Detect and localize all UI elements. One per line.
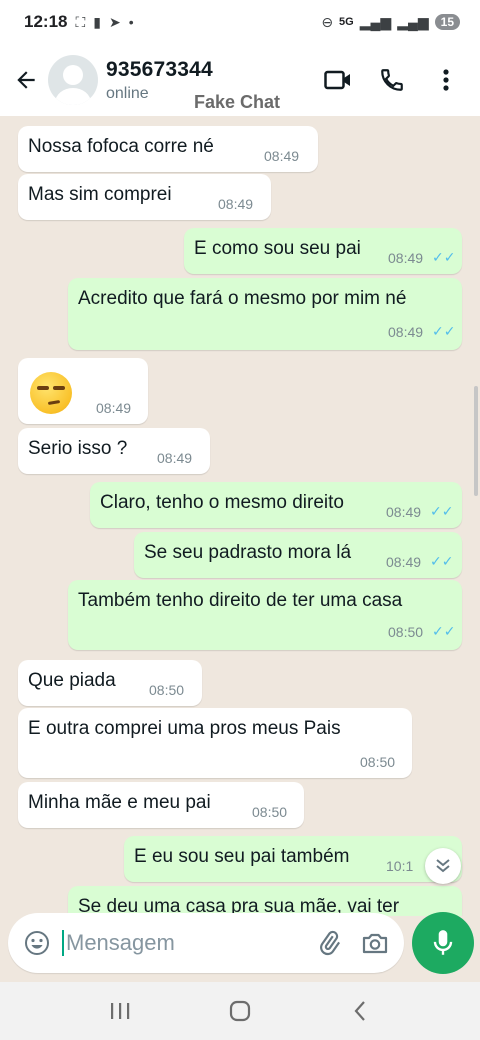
message-text: Também tenho direito de ter uma casa xyxy=(78,590,403,611)
chevron-double-down-icon xyxy=(436,859,450,873)
message-time: 08:49 xyxy=(264,148,300,164)
message-time: 08:49 xyxy=(96,400,132,416)
signal-icon: ▂▄▆ xyxy=(359,13,392,30)
message-text: Mas sim comprei xyxy=(28,184,172,205)
message-bubble-outgoing[interactable]: Se deu uma casa pra sua mãe, vai ter xyxy=(68,886,462,916)
message-time: 08:50 xyxy=(388,624,424,640)
message-bubble-incoming[interactable]: 08:49 xyxy=(18,358,148,424)
message-composer xyxy=(8,913,404,973)
message-text: Serio isso ? xyxy=(28,438,128,459)
watermark-label: Fake Chat xyxy=(194,92,281,112)
screenshot-icon: ⛶ xyxy=(75,13,86,30)
read-ticks-icon: ✓✓ xyxy=(432,623,456,639)
message-bubble-outgoing[interactable]: Também tenho direito de ter uma casa 08:… xyxy=(68,580,462,650)
message-bubble-outgoing[interactable]: Se seu padrasto mora lá 08:49 ✓✓ xyxy=(134,532,462,578)
camera-icon[interactable] xyxy=(360,928,390,958)
unamused-face-icon xyxy=(30,372,72,414)
message-time: 08:49 xyxy=(386,554,422,570)
back-nav-icon[interactable] xyxy=(340,991,380,1031)
scroll-to-bottom-button[interactable] xyxy=(425,848,461,884)
message-text: Minha mãe e meu pai xyxy=(28,792,211,813)
message-bubble-outgoing[interactable]: E eu sou seu pai também 10:1 xyxy=(124,836,462,882)
chat-area[interactable]: Nossa fofoca corre né 08:49 Mas sim comp… xyxy=(0,116,480,916)
signal-icon-2: ▂▄▆ xyxy=(397,13,429,30)
read-ticks-icon: ✓✓ xyxy=(430,553,454,569)
network-label: 5G xyxy=(339,16,354,28)
message-bubble-outgoing[interactable]: Claro, tenho o mesmo direito 08:49 ✓✓ xyxy=(90,482,462,528)
dnd-icon: ⊖ xyxy=(321,13,334,30)
status-bar: 12:18 ⛶ ▮ ➤ • ⊖ 5G ▂▄▆ ▂▄▆ 15 xyxy=(0,0,480,44)
message-bubble-incoming[interactable]: E outra comprei uma pros meus Pais 08:50 xyxy=(18,708,412,778)
message-text: Se seu padrasto mora lá xyxy=(144,542,352,563)
message-time: 08:50 xyxy=(149,682,185,698)
message-bubble-incoming[interactable]: Nossa fofoca corre né 08:49 xyxy=(18,126,318,172)
message-time: 10:1 xyxy=(386,858,414,874)
microphone-icon xyxy=(433,930,453,955)
message-time: 08:49 xyxy=(388,250,424,266)
message-text: E eu sou seu pai também xyxy=(134,846,350,867)
telegram-icon: ➤ xyxy=(109,13,121,30)
scrollbar[interactable] xyxy=(474,386,478,496)
contact-name: 935673344 xyxy=(106,57,213,81)
read-ticks-icon: ✓✓ xyxy=(432,249,456,265)
message-input[interactable] xyxy=(62,930,292,956)
message-text: Que piada xyxy=(28,670,116,691)
message-text: Acredito que fará o mesmo por mim né xyxy=(78,288,407,309)
microphone-button[interactable] xyxy=(412,912,474,974)
message-time: 08:50 xyxy=(360,754,396,770)
message-time: 08:49 xyxy=(388,324,424,340)
paperclip-icon[interactable] xyxy=(314,928,344,958)
emoji-icon[interactable] xyxy=(22,928,52,958)
message-time: 08:50 xyxy=(252,804,288,820)
message-time: 08:49 xyxy=(157,450,193,466)
message-bubble-outgoing[interactable]: Acredito que fará o mesmo por mim né 08:… xyxy=(68,278,462,350)
home-icon[interactable] xyxy=(220,991,260,1031)
avatar[interactable] xyxy=(48,55,98,105)
message-text: E outra comprei uma pros meus Pais xyxy=(28,718,341,739)
message-bubble-incoming[interactable]: Que piada 08:50 xyxy=(18,660,202,706)
message-bubble-outgoing[interactable]: E como sou seu pai 08:49 ✓✓ xyxy=(184,228,462,274)
message-text: Nossa fofoca corre né xyxy=(28,136,214,157)
message-text: E como sou seu pai xyxy=(194,238,361,259)
message-time: 08:49 xyxy=(218,196,254,212)
system-nav-bar xyxy=(0,982,480,1040)
battery-badge: 15 xyxy=(434,14,460,30)
recent-apps-icon[interactable] xyxy=(100,991,140,1031)
message-bubble-incoming[interactable]: Mas sim comprei 08:49 xyxy=(18,174,271,220)
status-time: 12:18 xyxy=(24,12,68,31)
back-arrow-icon[interactable] xyxy=(4,58,48,102)
lock-icon: ▮ xyxy=(93,13,102,30)
dot-icon: • xyxy=(128,14,134,30)
message-time: 08:49 xyxy=(386,504,422,520)
read-ticks-icon: ✓✓ xyxy=(430,503,454,519)
message-bubble-incoming[interactable]: Minha mãe e meu pai 08:50 xyxy=(18,782,304,828)
message-text: Claro, tenho o mesmo direito xyxy=(100,492,344,513)
phone-icon[interactable] xyxy=(374,62,410,98)
read-ticks-icon: ✓✓ xyxy=(432,323,456,339)
more-vertical-icon[interactable] xyxy=(428,62,464,98)
video-camera-icon[interactable] xyxy=(320,62,356,98)
message-bubble-incoming[interactable]: Serio isso ? 08:49 xyxy=(18,428,210,474)
